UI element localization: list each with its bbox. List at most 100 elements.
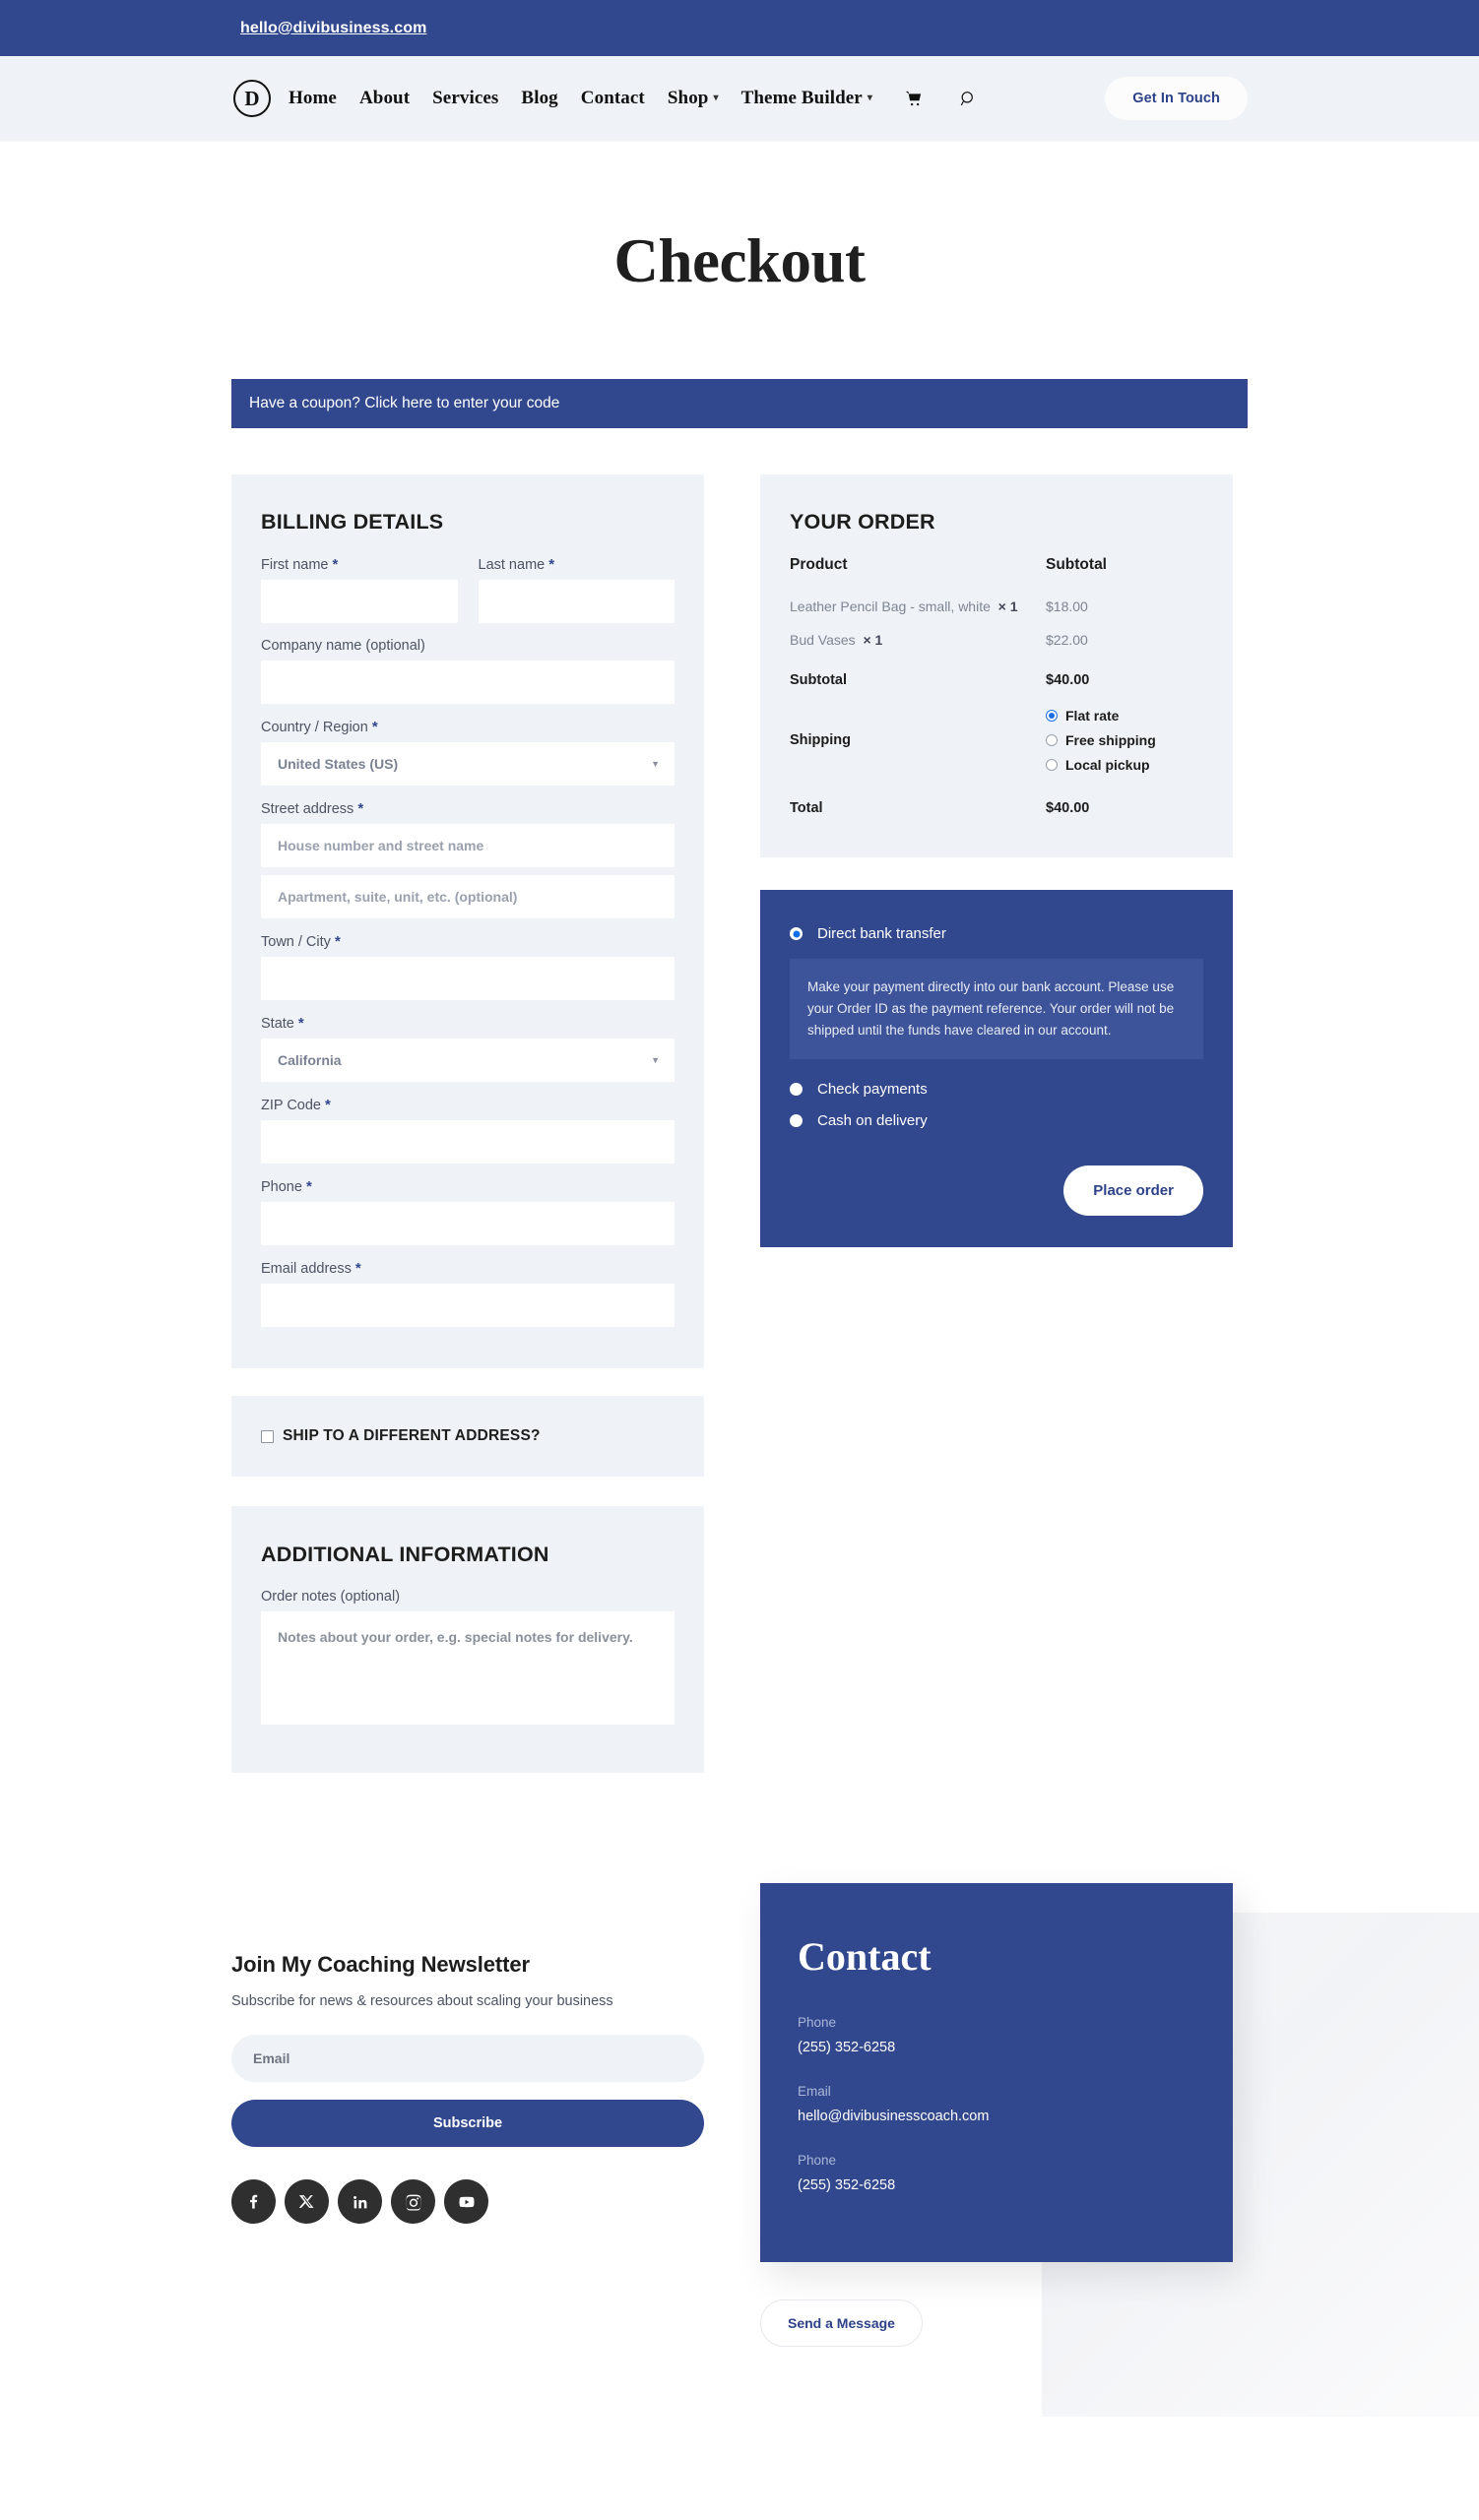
nav-item-home[interactable]: Home xyxy=(289,88,337,109)
contact-phone-value-1[interactable]: (255) 352-6258 xyxy=(798,2040,1195,2055)
nav-item-blog[interactable]: Blog xyxy=(521,88,557,109)
search-icon[interactable] xyxy=(960,91,977,107)
country-label: Country / Region * xyxy=(261,719,675,735)
payment-option-direct-bank-transfer-label: Direct bank transfer xyxy=(817,925,946,942)
order-item-title-0: Leather Pencil Bag - small, white xyxy=(790,598,991,614)
shipping-option-local-pickup[interactable]: Local pickup xyxy=(1046,757,1203,773)
email-input[interactable] xyxy=(261,1284,675,1327)
first-name-field-group: First name * xyxy=(261,556,458,623)
street-label-text: Street address xyxy=(261,801,354,817)
your-order-heading: YOUR ORDER xyxy=(790,510,935,534)
shipping-option-free-shipping[interactable]: Free shipping xyxy=(1046,732,1203,748)
nav-item-services[interactable]: Services xyxy=(432,88,498,109)
state-select[interactable] xyxy=(261,1039,675,1082)
street-field-group: Street address * xyxy=(261,800,675,918)
contact-phone-label-2: Phone xyxy=(798,2153,837,2168)
radio-icon[interactable] xyxy=(1046,759,1058,771)
ship-different-address-panel: SHIP TO A DIFFERENT ADDRESS? xyxy=(231,1396,704,1477)
state-label: State * xyxy=(261,1015,675,1032)
nav-item-contact[interactable]: Contact xyxy=(581,88,645,109)
payment-option-direct-bank-transfer[interactable]: Direct bank transfer xyxy=(790,925,1203,942)
payment-option-check-payments-label: Check payments xyxy=(817,1080,928,1098)
radio-icon[interactable] xyxy=(1046,710,1058,722)
payment-option-cash-on-delivery[interactable]: Cash on delivery xyxy=(790,1112,1203,1129)
order-subtotal-label: Subtotal xyxy=(790,672,847,688)
required-marker: * xyxy=(332,556,339,573)
order-table-head: Product Subtotal xyxy=(790,556,1203,590)
additional-information-heading: ADDITIONAL INFORMATION xyxy=(261,1543,549,1566)
facebook-icon[interactable] xyxy=(231,2179,276,2224)
zip-label-text: ZIP Code xyxy=(261,1098,321,1113)
first-name-input[interactable] xyxy=(261,580,458,623)
place-order-button[interactable]: Place order xyxy=(1063,1165,1203,1216)
payment-options-list: Check payments Cash on delivery xyxy=(790,1081,1203,1129)
last-name-input[interactable] xyxy=(478,580,675,623)
order-notes-label: Order notes (optional) xyxy=(261,1589,401,1605)
top-bar-email-link[interactable]: hello@divibusiness.com xyxy=(240,20,426,36)
nav-item-shop[interactable]: Shop ▾ xyxy=(668,88,719,109)
order-subtotal-row: Subtotal $40.00 xyxy=(790,657,1203,700)
nav-inner: D Home About Services Blog Contact Shop … xyxy=(231,77,1248,120)
contact-email-value[interactable]: hello@divibusinesscoach.com xyxy=(798,2109,1195,2124)
youtube-icon[interactable] xyxy=(444,2179,488,2224)
order-notes-textarea[interactable] xyxy=(261,1611,675,1725)
order-col-subtotal: Subtotal xyxy=(1046,556,1107,573)
site-logo[interactable]: D xyxy=(233,80,271,117)
zip-input[interactable] xyxy=(261,1120,675,1164)
shipping-option-flat-rate[interactable]: Flat rate xyxy=(1046,708,1203,724)
order-item-qty-1: × 1 xyxy=(863,632,883,648)
subscribe-button[interactable]: Subscribe xyxy=(231,2100,704,2147)
chevron-down-icon: ▾ xyxy=(867,93,872,103)
name-row: First name * Last name * xyxy=(261,556,675,638)
ship-different-address-checkbox[interactable] xyxy=(261,1429,274,1443)
nav-item-about[interactable]: About xyxy=(359,88,410,109)
ship-different-address-label: SHIP TO A DIFFERENT ADDRESS? xyxy=(283,1427,541,1444)
street-address-2-input[interactable] xyxy=(261,875,675,918)
order-item-price-1: $22.00 xyxy=(1046,632,1088,648)
city-label-text: Town / City xyxy=(261,934,331,950)
last-name-field-group: Last name * xyxy=(478,556,675,623)
x-twitter-icon[interactable] xyxy=(285,2179,329,2224)
radio-icon[interactable] xyxy=(790,927,803,940)
payment-description: Make your payment directly into our bank… xyxy=(790,959,1203,1059)
order-total-row: Total $40.00 xyxy=(790,781,1203,818)
coupon-bar[interactable]: Have a coupon? Click here to enter your … xyxy=(231,379,1248,428)
payment-methods-panel: Direct bank transfer Make your payment d… xyxy=(760,890,1233,1247)
nav-item-shop-label: Shop xyxy=(667,88,709,108)
payment-option-check-payments[interactable]: Check payments xyxy=(790,1081,1203,1098)
checkout-right-column: YOUR ORDER Product Subtotal Leather Penc… xyxy=(760,474,1233,1247)
top-bar: hello@divibusiness.com xyxy=(0,0,1479,56)
contact-email-label: Email xyxy=(798,2084,831,2099)
cart-icon[interactable] xyxy=(905,91,922,107)
send-message-button[interactable]: Send a Message xyxy=(760,2300,923,2347)
place-order-wrap: Place order xyxy=(790,1165,1203,1216)
radio-icon[interactable] xyxy=(1046,734,1058,746)
page-content: Checkout Have a coupon? Click here to en… xyxy=(231,141,1248,1773)
zip-label: ZIP Code * xyxy=(261,1097,675,1113)
newsletter-email-input[interactable] xyxy=(231,2035,704,2082)
phone-input[interactable] xyxy=(261,1202,675,1245)
company-label: Company name (optional) xyxy=(261,638,425,654)
company-input[interactable] xyxy=(261,661,675,704)
your-order-panel: YOUR ORDER Product Subtotal Leather Penc… xyxy=(760,474,1233,857)
linkedin-icon[interactable] xyxy=(338,2179,382,2224)
nav-item-theme-builder[interactable]: Theme Builder ▾ xyxy=(741,88,872,109)
street-address-input[interactable] xyxy=(261,824,675,867)
contact-phone-value-2[interactable]: (255) 352-6258 xyxy=(798,2177,1195,2193)
required-marker: * xyxy=(354,1260,361,1277)
send-message-wrap: Send a Message xyxy=(760,2300,1233,2347)
social-links xyxy=(231,2179,704,2224)
order-summary-table: Product Subtotal Leather Pencil Bag - sm… xyxy=(790,556,1203,818)
radio-icon[interactable] xyxy=(790,1113,803,1127)
phone-label-text: Phone xyxy=(261,1179,302,1195)
country-select[interactable] xyxy=(261,742,675,786)
required-marker: * xyxy=(297,1015,304,1032)
checkout-left-column: BILLING DETAILS First name * Last name * xyxy=(231,474,704,1773)
shipping-option-free-shipping-label: Free shipping xyxy=(1065,732,1156,748)
contact-section: Contact Phone (255) 352-6258 Email hello… xyxy=(760,1883,1233,2347)
get-in-touch-button[interactable]: Get In Touch xyxy=(1105,77,1248,120)
radio-icon[interactable] xyxy=(790,1082,803,1096)
instagram-icon[interactable] xyxy=(391,2179,435,2224)
city-input[interactable] xyxy=(261,957,675,1000)
first-name-label-text: First name xyxy=(261,557,329,573)
